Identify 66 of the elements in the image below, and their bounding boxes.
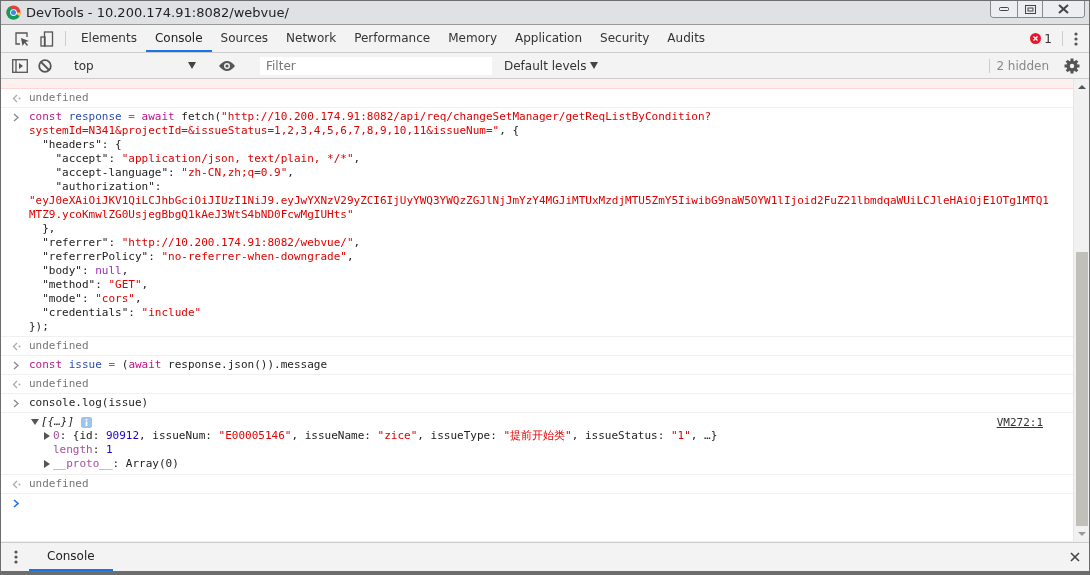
minimize-button[interactable]	[991, 1, 1017, 17]
result-arrow-icon	[11, 480, 21, 489]
code-line: const issue = (await response.json()).message	[29, 358, 328, 372]
code-line: "credentials": "include"	[41, 306, 203, 320]
scrollbar[interactable]	[1073, 79, 1089, 542]
filter-field[interactable]: Filter	[260, 56, 492, 75]
maximize-button[interactable]	[1017, 1, 1042, 17]
panel-tab[interactable]: Elements	[72, 25, 146, 52]
result-arrow-icon	[11, 380, 21, 389]
code-line: "eyJ0eXAiOiJKV1QiLCJhbGciOiJIUzI1NiJ9.eyJwYXNzV29yZCI6IjUyYWQ3YWQzZGJlNjJmYzY4MGJiMTUxMzdjMTU5ZmY5IiwibG9naW5OYW1lIjoid2FuZ21lbmdqaWUiLCJleHAiOjE1OTg1MTQ1	[29, 194, 1049, 208]
dropdown-caret-icon	[188, 62, 196, 69]
source-link[interactable]: VM272:1	[996, 416, 1043, 430]
dropdown-caret-icon	[590, 62, 599, 69]
context-select[interactable]: top	[70, 55, 200, 76]
code-line: "referrerPolicy": "no-referrer-when-downgrade",	[41, 250, 355, 264]
result-arrow-icon	[11, 342, 21, 351]
result-text: undefined	[29, 477, 89, 491]
code-line: console.log(issue)	[29, 396, 149, 410]
panel-tab[interactable]: Audits	[658, 25, 715, 52]
code-line: "authorization":	[54, 180, 163, 194]
browser-logo-icon	[6, 5, 21, 20]
error-counter[interactable]: 1	[1026, 25, 1056, 52]
close-button[interactable]	[1042, 1, 1084, 17]
input-chevron-icon	[12, 113, 20, 122]
code-line: "headers": {	[41, 138, 123, 152]
prompt-chevron-icon	[12, 499, 20, 508]
property-line[interactable]: 0: {id: 90912, issueNum: "E00005146", issueName: "zice", issueType: "提前开始类", issueStatus: "1", …}	[53, 429, 718, 443]
close-icon	[1058, 4, 1069, 14]
code-line: systemId=N341&projectId=&issueStatus=1,2,3,4,5,6,7,8,9,10,11&issueNum=", {	[29, 124, 521, 138]
panel-tab[interactable]: Sources	[211, 25, 278, 52]
result-arrow-icon	[11, 94, 21, 103]
input-chevron-icon	[12, 361, 20, 370]
code-line: });	[29, 320, 50, 334]
log-levels-dropdown[interactable]: Default levels	[498, 57, 605, 74]
array-summary[interactable]: [{…}]	[41, 415, 75, 429]
property-line: length: 1	[53, 443, 113, 457]
expand-arrow-icon[interactable]	[43, 432, 51, 440]
code-line: "accept-language": "zh-CN,zh;q=0.9",	[54, 166, 295, 180]
drawer-tab[interactable]: Console	[29, 543, 113, 571]
info-icon	[81, 416, 93, 428]
input-chevron-icon	[12, 399, 20, 408]
expand-arrow-icon[interactable]	[31, 418, 39, 426]
panel-tab[interactable]: Memory	[439, 25, 506, 52]
result-text: undefined	[29, 91, 89, 105]
result-text: undefined	[29, 377, 89, 391]
code-line: "body": null,	[41, 264, 130, 278]
hidden-count: 2 hidden	[989, 58, 1055, 73]
code-line: "method": "GET",	[41, 278, 150, 292]
code-line: "accept": "application/json, text/plain, */*",	[54, 152, 362, 166]
window-title: DevTools - 10.200.174.91:8082/webvue/	[26, 5, 290, 20]
panel-tab[interactable]: Security	[591, 25, 659, 52]
minimize-icon	[999, 6, 1009, 12]
panel-tab[interactable]: Network	[277, 25, 346, 52]
code-line: const response = await fetch("http://10.200.174.91:8082/api/req/changeSetManager/getReqListByCondition?	[29, 110, 713, 124]
code-line: "mode": "cors",	[41, 292, 143, 306]
result-text: undefined	[29, 339, 89, 353]
code-line: },	[41, 222, 57, 236]
scrollbar-thumb[interactable]	[1075, 252, 1088, 526]
error-icon	[1030, 33, 1042, 44]
panel-tab[interactable]: Performance	[345, 25, 440, 52]
property-line[interactable]: __proto__: Array(0)	[53, 457, 179, 471]
code-line: "referrer": "http://10.200.174.91:8082/webvue/",	[41, 236, 362, 250]
expand-arrow-icon[interactable]	[43, 460, 51, 468]
panel-tab[interactable]: Application	[506, 25, 592, 52]
code-line: MTZ9.ycoKmwlZG0UsjegBbgQ1kAeJ3WtS4bND0FcwMgIUHts"	[29, 208, 355, 222]
maximize-icon	[1024, 4, 1036, 14]
